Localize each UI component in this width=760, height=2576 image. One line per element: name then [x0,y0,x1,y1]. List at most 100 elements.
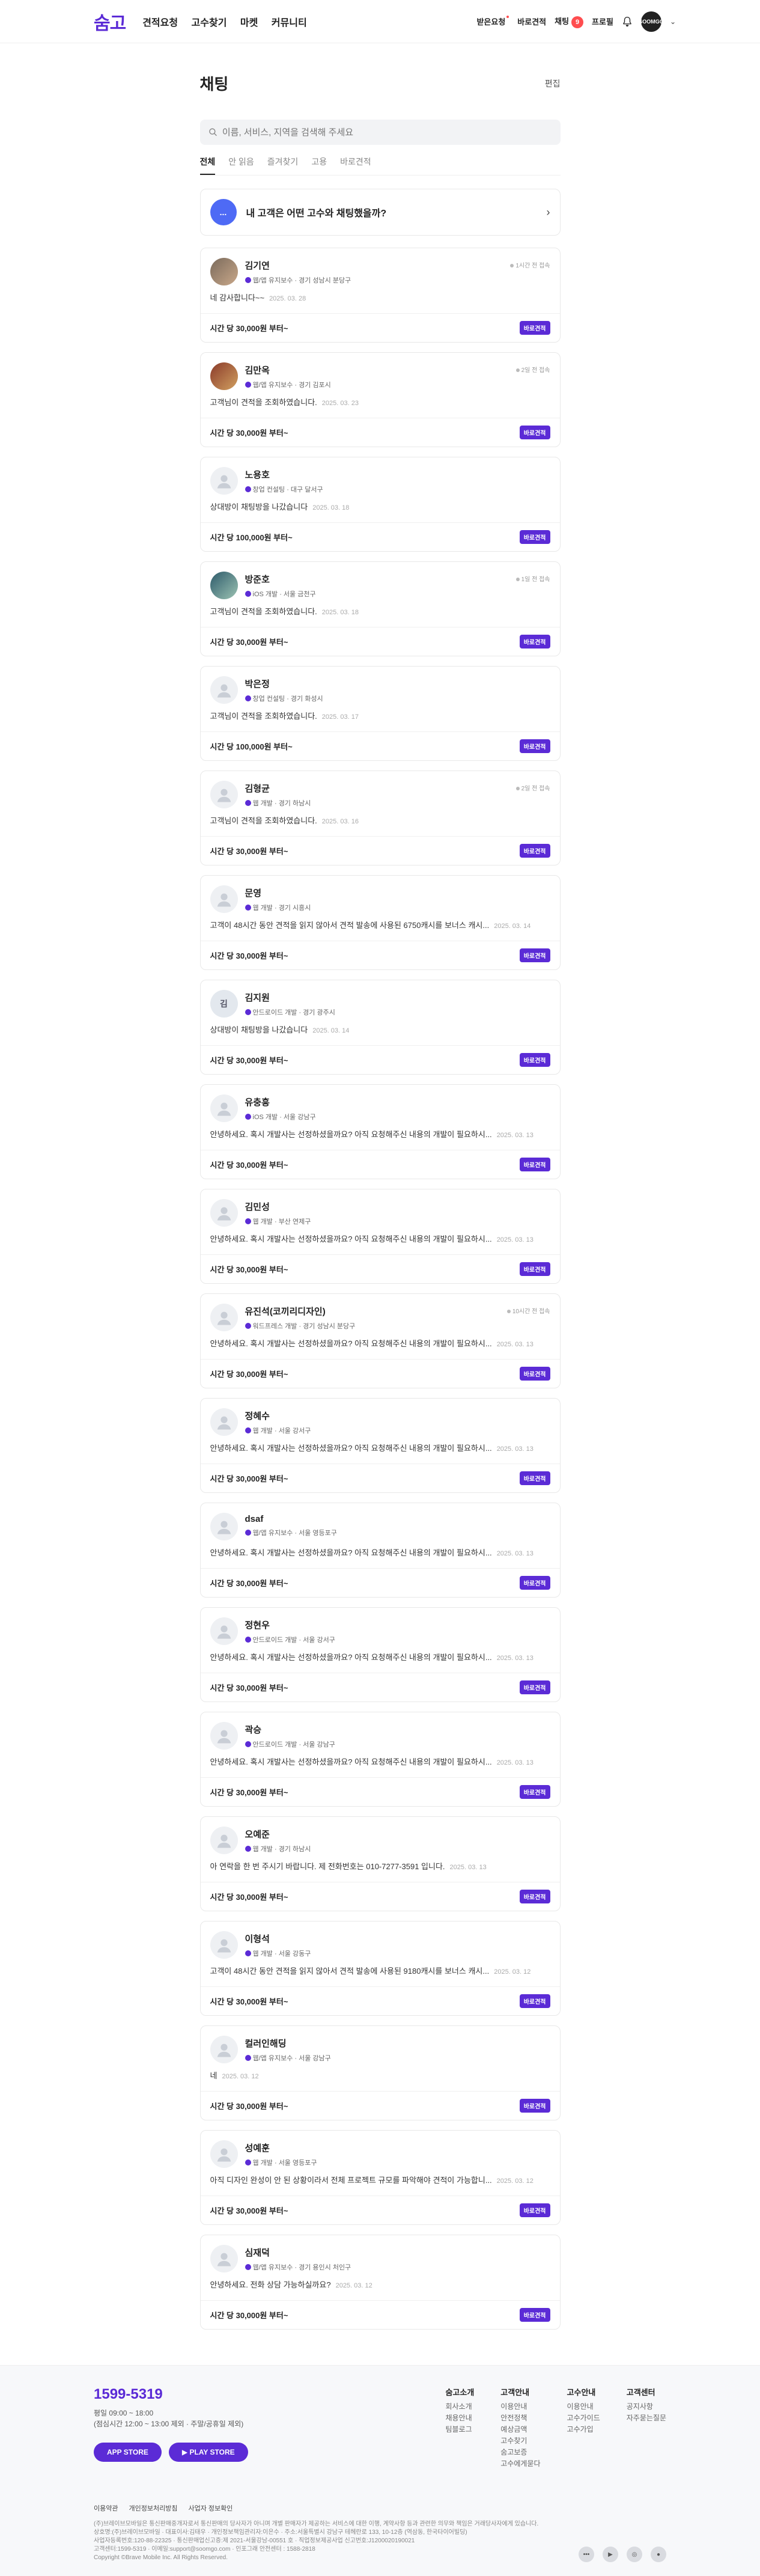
service-text: 창업 컨설팅 · 대구 달서구 [252,486,323,493]
promo-banner[interactable]: ... 내 고객은 어떤 고수와 채팅했을까? › [199,189,561,236]
youtube-icon[interactable]: ▶ [603,2547,618,2562]
edit-button[interactable]: 편집 [545,78,561,90]
footer-columns: 숨고소개 회사소개 채용안내 팀블로그 고객안내 이용안내 안전정책 예상금액 … [445,2386,666,2470]
tab-all[interactable]: 전체 [199,156,216,175]
quick-quote-tag: 바로견적 [519,426,550,439]
tab-hired[interactable]: 고용 [311,156,327,175]
footer-link[interactable]: 자주묻는질문 [627,2413,666,2424]
footer-link[interactable]: 공지사항 [627,2401,666,2413]
chat-card[interactable]: 컬러인해딩 웹/앱 유지보수 · 서울 강남구 네 2025. 03. 12 시간… [199,2025,561,2120]
chat-card[interactable]: 방준호 iOS 개발 · 서울 금천구 1일 전 접속 고객님이 견적을 조회하… [199,561,561,656]
avatar [210,2140,238,2168]
chat-card[interactable]: 박은정 창업 컨설팅 · 경기 화성시 고객님이 견적을 조회하였습니다. 202… [199,666,561,761]
verified-icon [245,905,251,911]
nav-community[interactable]: 커뮤니티 [272,18,307,28]
footer-link[interactable]: 안전정책 [500,2413,540,2424]
avatar: 김 [210,990,238,1018]
tab-favorites[interactable]: 즐겨찾기 [267,156,299,175]
card-footer: 시간 당 30,000원 부터~ 바로견적 [200,1673,560,1702]
footer-link[interactable]: 회사소개 [445,2401,474,2413]
banner-text: 내 고객은 어떤 고수와 채팅했을까? [246,209,387,219]
bell-icon[interactable] [622,16,633,28]
avatar [210,1722,238,1750]
chat-card[interactable]: 유진석(코끼리디자인) 워드프레스 개발 · 경기 성남시 분당구 10시간 전… [199,1293,561,1388]
footer-link[interactable]: 예상금액 [500,2424,540,2435]
privacy-link[interactable]: 개인정보처리방침 [129,2503,177,2513]
pro-service: 웹 개발 · 서울 강서구 [245,1426,543,1435]
default-avatar-icon [217,1625,231,1639]
chat-card[interactable]: 이형석 웹 개발 · 서울 강동구 고객이 48시간 동안 견적을 읽지 않아서… [199,1921,561,2016]
chat-card[interactable]: 김만옥 웹/앱 유지보수 · 경기 김포시 2일 전 접속 고객님이 견적을 조… [199,352,561,447]
price-text: 시간 당 30,000원 부터~ [210,951,288,960]
avatar [210,1094,238,1122]
online-status: 2일 전 접속 [515,781,550,792]
pro-name: 김민성 [245,1202,270,1212]
chat-card[interactable]: 김기연 웹/앱 유지보수 · 경기 성남시 분당구 1시간 전 접속 네 감사합… [199,248,561,343]
nav-find-pro[interactable]: 고수찾기 [192,18,227,28]
play-store-button[interactable]: ▶ PLAY STORE [168,2443,248,2462]
footer-link[interactable]: 팀블로그 [445,2424,474,2435]
footer-link[interactable]: 고수찾기 [500,2435,540,2447]
footer-link[interactable]: 숨고보증 [500,2447,540,2458]
card-footer: 시간 당 30,000원 부터~ 바로견적 [200,418,560,447]
gnb-left: 숨고 견적요청 고수찾기 마켓 커뮤니티 [94,8,318,35]
nav-profile[interactable]: 프로필 [592,16,613,27]
footer-link[interactable]: 고수가입 [567,2424,600,2435]
price-text: 시간 당 30,000원 부터~ [210,1265,288,1274]
chat-card[interactable]: 노용호 창업 컨설팅 · 대구 달서구 상대방이 채팅방을 나갔습니다 2025.… [199,457,561,552]
chat-card[interactable]: 성예훈 웹 개발 · 서울 영등포구 아직 디자인 완성이 안 된 상황이라서 … [199,2130,561,2225]
blog-icon[interactable]: ••• [579,2547,594,2562]
last-message: 고객님이 견적을 조회하였습니다. 2025. 03. 16 [210,814,550,826]
chat-card[interactable]: 곽승 안드로이드 개발 · 서울 강남구 안녕하세요. 혹시 개발사는 선정하셨… [199,1712,561,1807]
nav-received-requests[interactable]: 받은요청 [476,16,509,27]
avatar [210,467,238,495]
default-avatar-icon [217,1207,231,1221]
instagram-icon[interactable]: ◎ [627,2547,642,2562]
pro-service: 웹/앱 유지보수 · 서울 영등포구 [245,1528,543,1537]
chat-card[interactable]: 심재덕 웹/앱 유지보수 · 경기 용인시 처인구 안녕하세요. 전화 상담 가… [199,2235,561,2330]
tab-quick-quote[interactable]: 바로견적 [340,156,371,175]
nav-market[interactable]: 마켓 [240,18,258,28]
app-store-button[interactable]: APP STORE [94,2443,162,2462]
nav-chat[interactable]: 채팅 9 [555,15,584,28]
chat-card[interactable]: 김 김지원 안드로이드 개발 · 경기 광주시 상대방이 채팅방을 나갔습니다 2… [199,980,561,1075]
my-avatar[interactable]: SOOMGO [639,11,664,32]
online-status: 1시간 전 접속 [510,258,550,269]
logo[interactable]: 숨고 [94,8,126,35]
footer-phone[interactable]: 1599-5319 [94,2386,248,2403]
quick-quote-tag: 바로견적 [519,2099,550,2113]
footer-link[interactable]: 이용안내 [500,2401,540,2413]
footer-link[interactable]: 채용안내 [445,2413,474,2424]
footer-link[interactable]: 이용안내 [567,2401,600,2413]
search-input[interactable] [222,127,552,138]
chat-card[interactable]: 오예준 웹 개발 · 경기 하남시 아 연락을 한 번 주시기 바랍니다. 제 … [199,1816,561,1911]
chat-card[interactable]: 정혜수 웹 개발 · 서울 강서구 안녕하세요. 혹시 개발사는 선정하셨을까요… [199,1398,561,1493]
footer-link[interactable]: 고수에게묻다 [500,2458,540,2470]
default-avatar-icon [217,1416,231,1430]
message-text: 고객님이 견적을 조회하였습니다. [210,712,317,721]
quick-quote-tag: 바로견적 [519,1576,550,1590]
chat-card[interactable]: dsaf 웹/앱 유지보수 · 서울 영등포구 안녕하세요. 혹시 개발사는 선… [199,1503,561,1598]
chat-card[interactable]: 정현우 안드로이드 개발 · 서울 강서구 안녕하세요. 혹시 개발사는 선정하… [199,1607,561,1702]
price-text: 시간 당 30,000원 부터~ [210,847,288,856]
kakao-icon[interactable]: ● [651,2547,666,2562]
global-nav: 숨고 견적요청 고수찾기 마켓 커뮤니티 받은요청 바로견적 채팅 9 프로필 S… [0,0,760,43]
chat-card[interactable]: 문영 웹 개발 · 경기 시흥시 고객이 48시간 동안 견적을 읽지 않아서 … [199,875,561,970]
message-text: 네 [210,2071,217,2080]
avatar [210,1408,238,1436]
tab-unread[interactable]: 안 읽음 [228,156,254,175]
chat-card[interactable]: 유충흥 iOS 개발 · 서울 강남구 안녕하세요. 혹시 개발사는 선정하셨을… [199,1084,561,1179]
quick-quote-tag: 바로견적 [519,844,550,858]
chat-card[interactable]: 김형균 웹 개발 · 경기 하남시 2일 전 접속 고객님이 견적을 조회하였습… [199,771,561,865]
footer-top: 1599-5319 평일 09:00 ~ 18:00 (점심시간 12:00 ~… [94,2386,666,2470]
terms-link[interactable]: 이용약관 [94,2503,118,2513]
price-text: 시간 당 30,000원 부터~ [210,1370,288,1379]
business-info-link[interactable]: 사업자 정보확인 [188,2503,233,2513]
chevron-down-icon[interactable]: ⌄ [670,17,676,26]
status-dot [515,578,520,581]
nav-quick-quote[interactable]: 바로견적 [517,16,546,27]
chat-card[interactable]: 김민성 웹 개발 · 부산 연제구 안녕하세요. 혹시 개발사는 선정하셨을까요… [199,1189,561,1284]
nav-quote-request[interactable]: 견적요청 [142,18,178,28]
footer-link[interactable]: 고수가이드 [567,2413,600,2424]
legal-line: 고객센터:1599-5319 · 이메일:support@soomgo.com … [94,2546,315,2553]
